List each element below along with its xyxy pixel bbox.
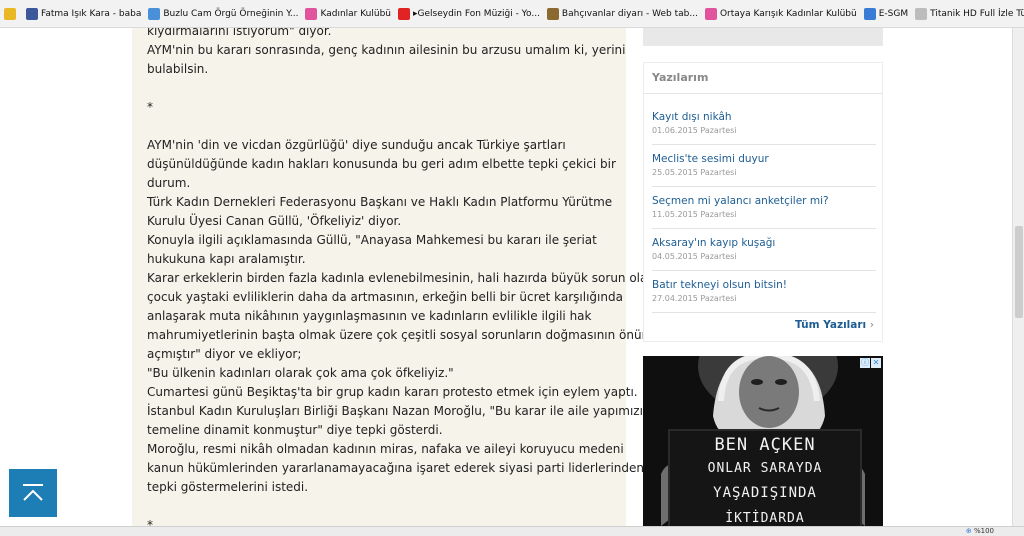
post-date: 25.05.2015 Pazartesi [652,168,737,177]
article-line: Moroğlu, resmi nikâh olmadan kadının mir… [147,442,624,456]
sign-line: BEN AÇKEN [714,435,816,455]
bookmark-item[interactable]: Kadınlar Kulübü [305,7,392,20]
article-line: İstanbul Kadın Kuruluşları Birliği Başka… [147,404,651,418]
article-line: * [147,518,153,526]
bookmark-item[interactable]: Fatma Işık Kara - baba [26,7,142,20]
page-viewport: kıydırmalarını istiyorum" diyor. AYM'nin … [0,28,1012,526]
post-date: 27.04.2015 Pazartesi [652,294,737,303]
bookmark-label: Kadınlar Kulübü [320,8,392,19]
article-line: "Bu ülkenin kadınları olarak çok ama çok… [147,366,454,380]
bookmark-item[interactable]: Titanik HD Full İzle Türkçe D... [915,7,1024,20]
bookmark-label: Titanik HD Full İzle Türkçe D... [930,8,1024,19]
divider [644,93,882,94]
article-line: durum. [147,176,191,190]
globe-icon [148,7,161,20]
article-line: Türk Kadın Dernekleri Federasyonu Başkan… [147,195,613,209]
post-date: 04.05.2015 Pazartesi [652,252,737,261]
bookmark-label: Ortaya Karışık Kadınlar Kulübü [719,8,857,19]
recent-posts-widget: Yazılarım Kayıt dışı nikâh 01.06.2015 Paz… [643,62,883,342]
divider [652,270,876,271]
article-line: AYM'nin bu kararı sonrasında, genç kadın… [147,43,626,57]
garden-icon [546,7,559,20]
post-title-link[interactable]: Kayıt dışı nikâh [652,111,732,123]
article-line: anlaşarak muta nikâhının yaygınlaşmasını… [147,309,592,323]
article-line: kanun hükümlerinden yararlanamayacağına … [147,461,645,475]
recent-post-item: Aksaray'ın kayıp kuşağı 04.05.2015 Pazart… [644,237,882,279]
recent-post-item: Kayıt dışı nikâh 01.06.2015 Pazartesi [644,111,882,153]
article-line: mahrumiyetlerinin başta olmak üzere çok … [147,328,657,342]
recent-post-item: Seçmen mi yalancı anketçiler mi? 11.05.20… [644,195,882,237]
divider [652,186,876,187]
article-line: Kurulu Üyesi Canan Güllü, 'Öfkeliyiz' di… [147,214,402,228]
recent-posts-title: Yazılarım [652,71,709,84]
divider [652,312,876,313]
advertisement[interactable]: ⓘ ✕ BEN AÇKEN ONLAR SARAYDA YAŞADIŞINDA … [643,356,883,526]
bookmark-label: Fatma Işık Kara - baba [41,8,142,19]
article-line: * [147,100,153,114]
bookmark-item[interactable]: Bahçıvanlar diyarı - Web tab... [546,7,698,20]
bookmark-item[interactable]: Buzlu Cam Örgü Örneğinin Y... [148,7,299,20]
article-line: Karar erkeklerin birden fazla kadınla ev… [147,271,655,285]
post-title-link[interactable]: Aksaray'ın kayıp kuşağı [652,237,775,249]
bookmark-label: Bahçıvanlar diyarı - Web tab... [561,8,698,19]
sidebar: Yazılarım Kayıt dışı nikâh 01.06.2015 Paz… [643,28,883,526]
scrollbar-thumb[interactable] [1015,226,1023,318]
article-body: kıydırmalarını istiyorum" diyor. AYM'nin … [132,28,657,526]
article-line: tepki göstermelerini istedi. [147,480,309,494]
kadinlar-kulubu-icon [305,7,318,20]
article-line: Cumartesi günü Beşiktaş'ta bir grup kadı… [147,385,638,399]
bookmark-label: Buzlu Cam Örgü Örneğinin Y... [163,8,299,19]
bookmarks-bar: Fatma Işık Kara - baba Buzlu Cam Örgü Örn… [0,0,1024,28]
star-add-icon [4,7,16,20]
sign-line: İKTİDARDA [725,511,805,526]
zoom-value: %100 [973,527,994,535]
bookmark-item[interactable]: ▸Gelseydin Fon Müziği - Yo... [398,7,540,20]
post-title-link[interactable]: Seçmen mi yalancı anketçiler mi? [652,195,829,207]
chevron-right-icon: › [869,319,874,331]
zoom-icon: ⊕ [965,527,974,535]
bookmark-item[interactable]: E-SGM [863,7,909,20]
facebook-icon [26,7,38,20]
e-icon [863,7,876,20]
article-line: bulabilsin. [147,62,209,76]
protest-sign: BEN AÇKEN ONLAR SARAYDA YAŞADIŞINDA İKTİ… [668,429,862,526]
sidebar-top-widget [643,28,883,46]
post-title-link[interactable]: Meclis'te sesimi duyur [652,153,769,165]
youtube-icon [398,7,411,20]
bookmark-item[interactable] [4,7,19,20]
recent-post-item: Batır tekneyi olsun bitsin! 27.04.2015 Pa… [644,279,882,321]
all-posts-link[interactable]: Tüm Yazıları › [795,319,874,331]
post-date: 01.06.2015 Pazartesi [652,126,737,135]
article-line: AYM'nin 'din ve vicdan özgürlüğü' diye s… [147,138,566,152]
article-line: kıydırmalarını istiyorum" diyor. [147,28,332,38]
bookmark-label: E-SGM [878,8,909,19]
page-icon [915,7,928,20]
sign-line: ONLAR SARAYDA [707,461,823,476]
post-title-link[interactable]: Batır tekneyi olsun bitsin! [652,279,787,291]
article-line: açmıştır" diyor ve ekliyor; [147,347,302,361]
bookmark-item[interactable]: Ortaya Karışık Kadınlar Kulübü [704,7,857,20]
article-line: Konuyla ilgili açıklamasında Güllü, "Ana… [147,233,597,247]
article-line: çocuk yaştaki evliliklerin daha da artma… [147,290,623,304]
bookmark-label: ▸Gelseydin Fon Müziği - Yo... [413,8,540,19]
all-posts-label: Tüm Yazıları [795,319,867,331]
recent-post-item: Meclis'te sesimi duyur 25.05.2015 Pazarte… [644,153,882,195]
zoom-level[interactable]: ⊕ %100 [966,527,994,535]
status-bar: ⊕ %100 [0,526,1024,536]
sign-line: YAŞADIŞINDA [713,485,817,501]
vertical-scrollbar[interactable] [1012,28,1024,526]
post-date: 11.05.2015 Pazartesi [652,210,737,219]
divider [652,144,876,145]
kadinlar-kulubu-icon [704,7,717,20]
article-line: düşünüldüğünde kadın hakları konusunda b… [147,157,616,171]
chevron-up-icon [23,484,43,501]
article-line: temeline dinamit konmuştur" diye tepki g… [147,423,443,437]
scroll-to-top-button[interactable] [9,469,57,517]
article-line: hukukuna kapı aralamıştır. [147,252,306,266]
divider [652,228,876,229]
